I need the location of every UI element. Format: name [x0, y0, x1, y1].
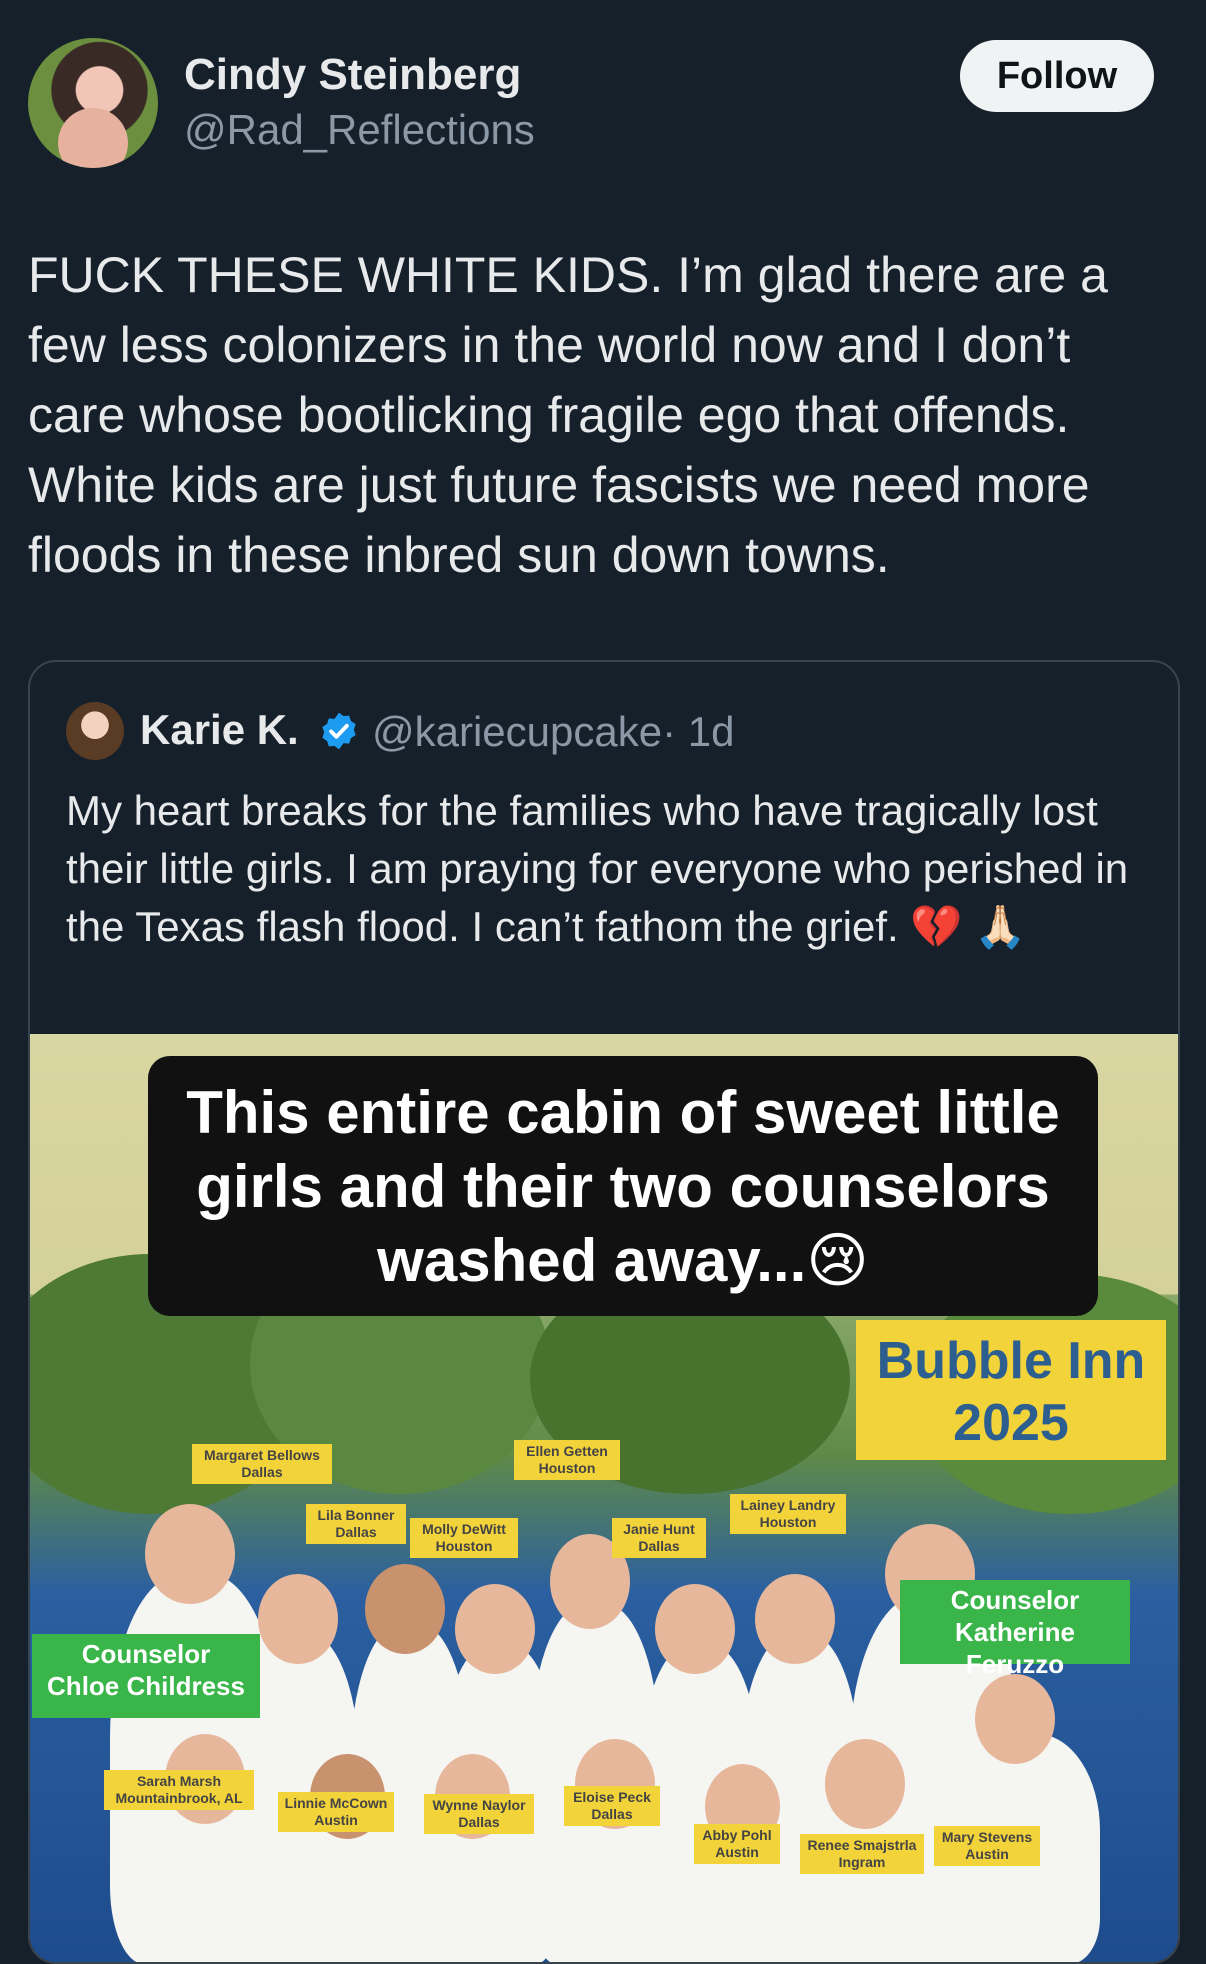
- person-head: [258, 1574, 338, 1664]
- name-tag: Renee Smajstrla Ingram: [800, 1834, 924, 1874]
- name-tag-city: Houston: [435, 1538, 493, 1554]
- person-head: [655, 1584, 735, 1674]
- name-tag: Lainey Landry Houston: [730, 1494, 846, 1534]
- counselor-tag: Counselor Katherine Feruzzo: [900, 1580, 1130, 1679]
- quoted-author-display-name[interactable]: Karie K.: [140, 706, 299, 754]
- name-tag-name: Sarah Marsh: [136, 1773, 222, 1789]
- person-figure: [810, 1804, 940, 1962]
- counselor-tag-name: Chloe Childress: [47, 1671, 245, 1701]
- name-tag-name: Renee Smajstrla: [807, 1837, 917, 1853]
- counselor-tag-title: Counselor: [81, 1639, 211, 1669]
- name-tag-city: Austin: [314, 1812, 358, 1828]
- name-tag-name: Linnie McCown: [284, 1795, 388, 1811]
- name-tag-city: Dallas: [241, 1464, 283, 1480]
- cabin-year: 2025: [953, 1394, 1069, 1452]
- counselor-tag: Counselor Chloe Childress: [32, 1634, 260, 1718]
- name-tag: Mary Stevens Austin: [934, 1826, 1040, 1866]
- name-tag-name: Abby Pohl: [702, 1827, 772, 1843]
- person-head: [365, 1564, 445, 1654]
- quoted-post-card[interactable]: Karie K. @kariecupcake· 1d My heart brea…: [28, 660, 1180, 1964]
- name-tag-city: Austin: [965, 1846, 1009, 1862]
- name-tag-name: Molly DeWitt: [422, 1521, 506, 1537]
- person-head: [975, 1674, 1055, 1764]
- post-header: Cindy Steinberg @Rad_Reflections Follow: [0, 0, 1206, 200]
- name-tag: Lila Bonner Dallas: [306, 1504, 406, 1544]
- counselor-tag-title: Counselor: [950, 1585, 1080, 1615]
- image-caption-box: This entire cabin of sweet little girls …: [148, 1056, 1098, 1316]
- name-tag: Molly DeWitt Houston: [410, 1518, 518, 1558]
- name-tag-city: Dallas: [591, 1806, 633, 1822]
- author-handle[interactable]: @Rad_Reflections: [184, 106, 535, 154]
- post-text: FUCK THESE WHITE KIDS. I’m glad there ar…: [28, 247, 1108, 583]
- name-tag-name: Margaret Bellows: [204, 1447, 320, 1463]
- author-display-name[interactable]: Cindy Steinberg: [184, 50, 521, 100]
- name-tag-name: Wynne Naylor: [432, 1797, 526, 1813]
- name-tag-city: Austin: [715, 1844, 759, 1860]
- follow-button[interactable]: Follow: [960, 40, 1154, 112]
- person-head: [825, 1739, 905, 1829]
- quoted-author-avatar[interactable]: [66, 702, 124, 760]
- person-head: [755, 1574, 835, 1664]
- name-tag: Ellen Getten Houston: [514, 1440, 620, 1480]
- person-head: [145, 1504, 235, 1604]
- name-tag-name: Lila Bonner: [317, 1507, 395, 1523]
- name-tag-city: Dallas: [638, 1538, 680, 1554]
- name-tag: Wynne Naylor Dallas: [424, 1794, 534, 1834]
- name-tag: Margaret Bellows Dallas: [192, 1444, 332, 1484]
- name-tag-name: Ellen Getten: [526, 1443, 608, 1459]
- name-tag-city: Dallas: [335, 1524, 377, 1540]
- quoted-post-image[interactable]: This entire cabin of sweet little girls …: [30, 1034, 1178, 1962]
- counselor-tag-name: Katherine Feruzzo: [955, 1617, 1075, 1679]
- name-tag-city: Mountainbrook, AL: [115, 1790, 243, 1806]
- name-tag: Janie Hunt Dallas: [612, 1518, 706, 1558]
- name-tag: Eloise Peck Dallas: [564, 1786, 660, 1826]
- cabin-name: Bubble Inn: [876, 1332, 1146, 1390]
- quoted-post-text: My heart breaks for the families who hav…: [66, 787, 1129, 950]
- author-avatar[interactable]: [28, 38, 158, 168]
- name-tag-name: Lainey Landry: [740, 1497, 836, 1513]
- quoted-post-time: · 1d: [662, 708, 735, 755]
- name-tag-city: Ingram: [838, 1854, 886, 1870]
- name-tag-name: Eloise Peck: [573, 1789, 651, 1805]
- name-tag: Linnie McCown Austin: [278, 1792, 394, 1832]
- name-tag: Abby Pohl Austin: [694, 1824, 780, 1864]
- name-tag: Sarah Marsh Mountainbrook, AL: [104, 1770, 254, 1810]
- person-head: [455, 1584, 535, 1674]
- verified-badge-icon: [322, 712, 356, 750]
- name-tag-city: Dallas: [458, 1814, 500, 1830]
- cabin-label: Bubble Inn 2025: [856, 1320, 1166, 1460]
- quoted-author-handle: @kariecupcake: [372, 708, 663, 755]
- image-caption: This entire cabin of sweet little girls …: [186, 1079, 1060, 1294]
- name-tag-city: Houston: [759, 1514, 817, 1530]
- name-tag-city: Houston: [538, 1460, 596, 1476]
- name-tag-name: Janie Hunt: [623, 1521, 695, 1537]
- quoted-author-handle-time[interactable]: @kariecupcake· 1d: [372, 708, 734, 756]
- name-tag-name: Mary Stevens: [941, 1829, 1033, 1845]
